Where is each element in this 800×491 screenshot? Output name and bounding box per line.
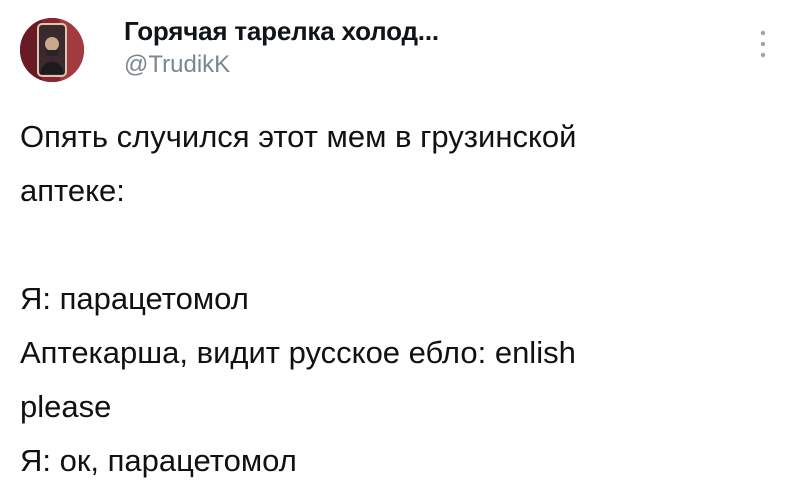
- tweet-text-line: Я: парацетомол: [20, 281, 249, 316]
- avatar[interactable]: [20, 18, 84, 82]
- tweet-text: Опять случился этот мем в грузинской апт…: [20, 110, 780, 488]
- more-options-button[interactable]: [750, 26, 776, 62]
- tweet-text-line: аптеке:: [20, 173, 125, 208]
- tweet-text-line: Аптекарша, видит русское ебло: enlish: [20, 335, 576, 370]
- user-photo-avatar-icon: [20, 18, 84, 82]
- author-display-name[interactable]: Горячая тарелка холод...: [124, 16, 439, 47]
- more-vertical-icon: [760, 30, 766, 58]
- tweet-text-line: Опять случился этот мем в грузинской: [20, 119, 577, 154]
- tweet-text-line: please: [20, 389, 112, 424]
- tweet-text-line: Я: ок, парацетомол: [20, 443, 297, 478]
- tweet-card: Горячая тарелка холод... @TrudikK Опять …: [0, 0, 800, 491]
- author-handle[interactable]: @TrudikK: [124, 51, 230, 79]
